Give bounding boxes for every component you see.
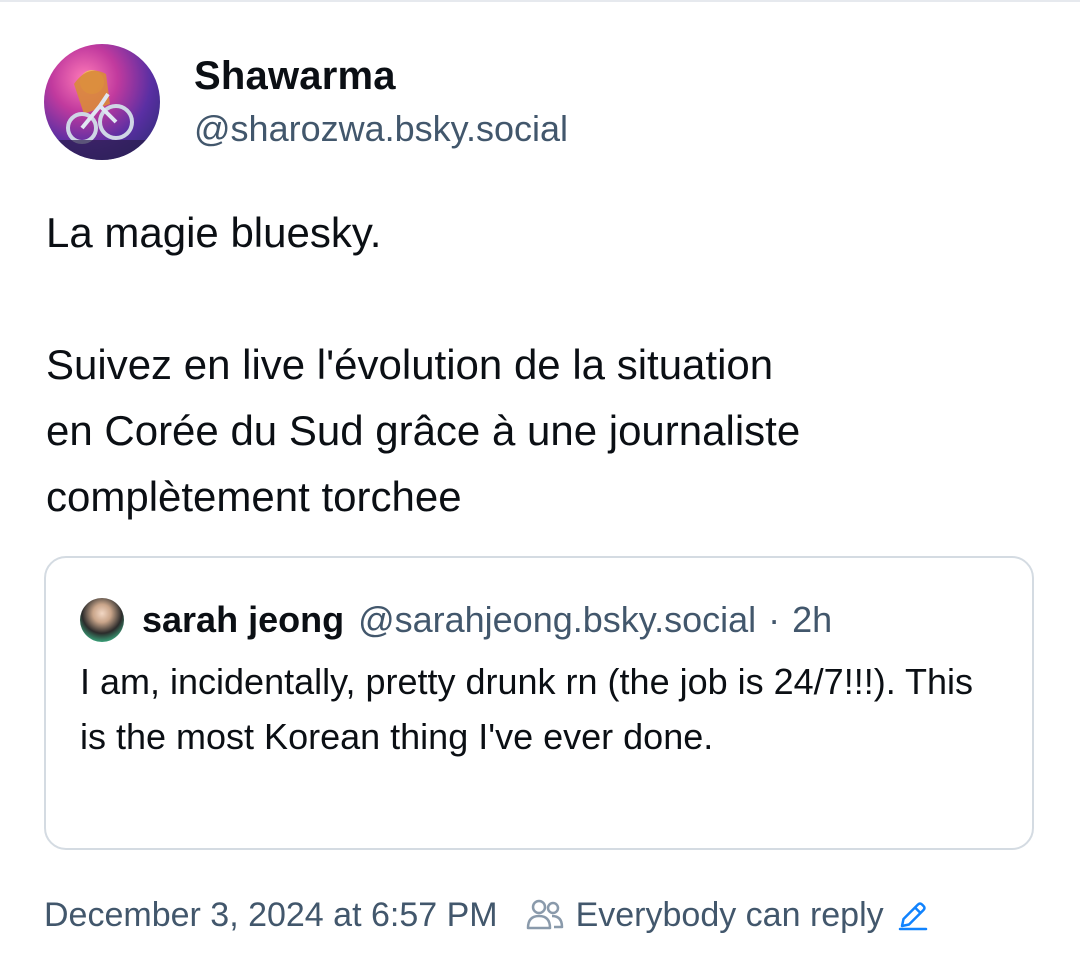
author-handle[interactable]: @sharozwa.bsky.social — [194, 106, 568, 152]
post-paragraph-1: La magie bluesky. — [46, 209, 382, 256]
author-avatar[interactable] — [44, 44, 160, 160]
quoted-author-avatar[interactable] — [80, 598, 124, 642]
post-text: La magie bluesky. Suivez en live l'évolu… — [46, 200, 1046, 530]
post-author: Shawarma @sharozwa.bsky.social — [44, 44, 568, 160]
quoted-post[interactable]: sarah jeong @sarahjeong.bsky.social · 2h… — [44, 556, 1034, 850]
quoted-author-name[interactable]: sarah jeong — [142, 599, 344, 641]
people-icon — [526, 899, 563, 930]
quoted-author-handle[interactable]: @sarahjeong.bsky.social — [358, 599, 756, 641]
quoted-post-text: I am, incidentally, pretty drunk rn (the… — [80, 661, 974, 757]
reply-setting-label: Everybody can reply — [575, 895, 884, 934]
pencil-icon — [898, 902, 927, 931]
top-divider — [0, 0, 1080, 2]
separator-dot: · — [768, 599, 781, 640]
reply-setting-button[interactable]: Everybody can reply — [524, 894, 930, 936]
quoted-post-time[interactable]: 2h — [792, 599, 832, 641]
post-meta: December 3, 2024 at 6:57 PM Everybody ca… — [44, 894, 930, 936]
quoted-post-header: sarah jeong @sarahjeong.bsky.social · 2h — [80, 598, 832, 642]
post-timestamp: December 3, 2024 at 6:57 PM — [44, 895, 498, 934]
avatar-image — [44, 70, 160, 160]
post-paragraph-2-line-1: Suivez en live l'évolution de la situati… — [46, 341, 774, 388]
author-display-name[interactable]: Shawarma — [194, 52, 568, 100]
post-paragraph-2-line-3: complètement torchee — [46, 473, 462, 520]
post-paragraph-2-line-2: en Corée du Sud grâce à une journaliste — [46, 407, 801, 454]
